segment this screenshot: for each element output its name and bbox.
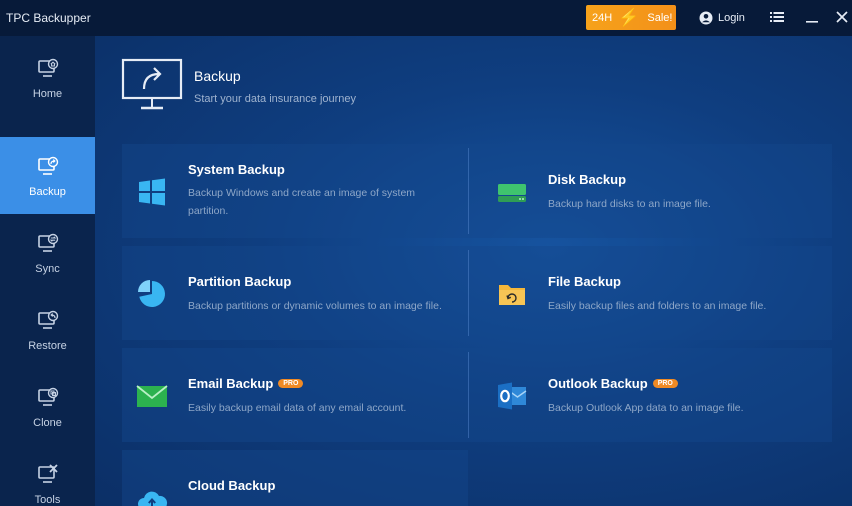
card-desc: Backup partitions or dynamic volumes to … (188, 300, 442, 312)
card-title: Partition Backup (188, 274, 292, 289)
outlook-backup-card[interactable]: Outlook Backup PRO Backup Outlook App da… (468, 348, 832, 442)
backup-monitor-icon (121, 58, 183, 110)
card-title: Cloud Backup (188, 478, 276, 493)
restore-icon (37, 310, 58, 329)
sidebar-item-backup[interactable]: Backup (0, 137, 95, 214)
main-panel: Backup Start your data insurance journey… (95, 36, 852, 506)
outlook-icon (498, 382, 527, 410)
tools-icon (37, 463, 58, 483)
pro-badge: PRO (278, 379, 304, 388)
card-title: System Backup (188, 162, 285, 177)
file-backup-card[interactable]: File Backup Easily backup files and fold… (468, 246, 832, 340)
sidebar-item-clone[interactable]: Clone (0, 368, 95, 445)
disk-icon (498, 184, 526, 202)
card-title: File Backup (548, 274, 621, 289)
sidebar-item-label: Tools (34, 493, 61, 506)
minimize-icon[interactable] (804, 8, 820, 26)
card-title: Email Backup PRO (188, 376, 304, 391)
sidebar-item-label: Home (32, 87, 63, 100)
page-title: Backup (194, 68, 241, 84)
sync-icon (37, 233, 58, 252)
sale-badge-right: Sale! (647, 11, 673, 24)
pie-icon (138, 280, 165, 307)
mail-icon (136, 385, 168, 407)
sidebar-item-label: Backup (29, 185, 66, 198)
menu-icon[interactable] (769, 8, 785, 26)
windows-icon (139, 178, 165, 206)
sidebar-item-label: Restore (28, 339, 67, 352)
clone-icon (37, 387, 58, 406)
card-divider (468, 352, 469, 438)
backup-icon (37, 156, 58, 175)
card-divider (468, 148, 469, 234)
page-subtitle: Start your data insurance journey (194, 93, 357, 105)
system-backup-card[interactable]: System Backup Backup Windows and create … (122, 144, 468, 238)
sale-badge[interactable]: 24H ⚡ Sale! (586, 5, 676, 30)
cloud-icon (138, 491, 168, 506)
email-backup-card[interactable]: Email Backup PRO Easily backup email dat… (122, 348, 468, 442)
sidebar-item-tools[interactable]: Tools (0, 445, 95, 506)
partition-backup-card[interactable]: Partition Backup Backup partitions or dy… (122, 246, 468, 340)
sidebar-item-label: Sync (35, 262, 60, 275)
close-icon[interactable] (834, 8, 850, 26)
disk-backup-card[interactable]: Disk Backup Backup hard disks to an imag… (468, 144, 832, 238)
cloud-backup-card[interactable]: Cloud Backup (122, 450, 468, 506)
folder-icon (499, 285, 525, 305)
sidebar-item-restore[interactable]: Restore (0, 291, 95, 368)
login-button[interactable]: Login (699, 8, 745, 28)
sale-badge-left: 24H (592, 11, 613, 24)
card-title: Outlook Backup PRO (548, 376, 678, 391)
sidebar-item-sync[interactable]: Sync (0, 214, 95, 291)
app-title: TPC Backupper (6, 11, 91, 25)
sidebar-item-label: Clone (33, 416, 62, 429)
pro-badge: PRO (652, 379, 678, 388)
login-label: Login (718, 12, 745, 24)
card-desc: Easily backup files and folders to an im… (548, 300, 767, 312)
user-icon (699, 11, 713, 25)
card-title: Disk Backup (548, 172, 627, 187)
home-icon (37, 58, 58, 77)
card-desc: Backup hard disks to an image file. (548, 198, 711, 210)
card-desc: Backup Outlook App data to an image file… (548, 402, 744, 414)
sidebar-item-home[interactable]: Home (0, 39, 95, 116)
card-desc: Easily backup email data of any email ac… (188, 402, 407, 414)
card-desc: Backup Windows and create an image of sy… (188, 187, 416, 217)
lightning-icon: ⚡ (618, 8, 640, 27)
sidebar: Home Backup Sync Restore Clone Tools (0, 36, 95, 506)
card-divider (468, 250, 469, 336)
